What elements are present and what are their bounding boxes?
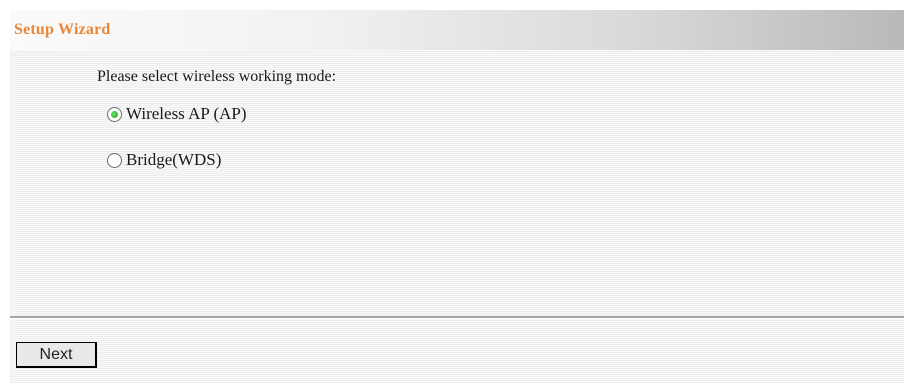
radio-selected-dot-icon <box>111 110 118 118</box>
wizard-header: Setup Wizard <box>10 10 904 50</box>
wireless-ap-option[interactable]: Wireless AP (AP) <box>107 104 247 124</box>
mode-prompt: Please select wireless working mode: <box>97 68 337 85</box>
wireless-ap-label[interactable]: Wireless AP (AP) <box>126 104 247 124</box>
bridge-wds-option[interactable]: Bridge(WDS) <box>107 150 221 170</box>
next-button[interactable]: Next <box>16 342 97 368</box>
bridge-wds-radio[interactable] <box>107 152 122 168</box>
wizard-content-panel <box>10 50 904 316</box>
page-title: Setup Wizard <box>14 21 111 38</box>
wireless-ap-radio[interactable] <box>107 106 122 122</box>
wizard-footer <box>10 319 904 383</box>
bridge-wds-label[interactable]: Bridge(WDS) <box>126 150 221 170</box>
